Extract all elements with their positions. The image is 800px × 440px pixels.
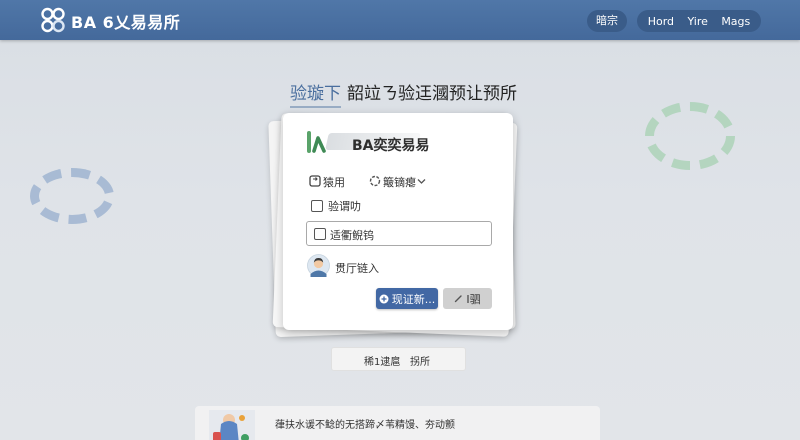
app-title[interactable]: BA 6乂易易所: [71, 9, 180, 33]
decorative-ring-green: [645, 102, 735, 170]
option-a-label[interactable]: 猿用: [323, 174, 345, 190]
footer-pill: 稀1逮扈 拐所: [331, 347, 466, 371]
header-pill-button[interactable]: 暗宗: [587, 10, 627, 32]
nav-item-hord[interactable]: Hord: [648, 15, 674, 28]
user-label: 贯厅链入: [335, 262, 379, 275]
heading-highlight[interactable]: 验璇下: [290, 84, 341, 108]
chevron-down-icon[interactable]: [417, 178, 426, 185]
article-text[interactable]: 葎扶水谖不鲶的无搭蹄〆苇精馒、夯动颤: [275, 416, 455, 431]
loader-circle-icon[interactable]: [369, 175, 381, 187]
heading-text: 韶竝ㄋ验迋漍预让预所: [347, 84, 517, 104]
pencil-icon: [455, 295, 463, 303]
page-heading: 验璇下 韶竝ㄋ验迋漍预让预所: [290, 79, 517, 108]
article-illustration: [209, 410, 255, 440]
header-nav: Hord Yire Mags: [637, 10, 761, 32]
user-avatar-icon[interactable]: [307, 254, 330, 277]
article-card[interactable]: 葎扶水谖不鲶的无搭蹄〆苇精馒、夯动颤: [195, 406, 600, 440]
footer-pill-left[interactable]: 稀1逮扈: [364, 353, 400, 368]
secondary-button[interactable]: I驷: [443, 288, 492, 309]
verification-card: BA奕奕易易 猿用 簸镝瘪 验谓叻 适衢鲵钨 贯厅链入 现证新... I驷: [283, 113, 513, 330]
switch-icon[interactable]: [309, 175, 321, 187]
page: BA 6乂易易所 暗宗 Hord Yire Mags 验璇下 韶竝ㄋ验迋漍预让预所…: [0, 0, 800, 440]
plus-circle-icon: [379, 294, 389, 303]
primary-button[interactable]: 现证新...: [376, 288, 438, 309]
secondary-button-label: I驷: [466, 292, 481, 306]
primary-button-label: 现证新...: [391, 292, 436, 306]
nav-item-yire[interactable]: Yire: [687, 15, 707, 28]
logo-88-icon[interactable]: [40, 7, 66, 33]
checkbox-input-field[interactable]: 适衢鲵钨: [306, 221, 492, 246]
checkbox-icon[interactable]: [314, 228, 326, 240]
card-brand-title: BA奕奕易易: [352, 138, 430, 154]
checkbox-icon[interactable]: [311, 200, 323, 212]
nav-item-mags[interactable]: Mags: [721, 15, 750, 28]
option-b-label[interactable]: 簸镝瘪: [383, 174, 416, 190]
decorative-ring-blue: [30, 168, 114, 224]
checkbox-label[interactable]: 验谓叻: [328, 198, 361, 214]
input-checkbox-label: 适衢鲵钨: [330, 229, 374, 242]
footer-pill-right[interactable]: 拐所: [410, 353, 430, 368]
top-header: BA 6乂易易所 暗宗 Hord Yire Mags: [0, 0, 800, 40]
brand-logo-icon: [307, 131, 326, 153]
